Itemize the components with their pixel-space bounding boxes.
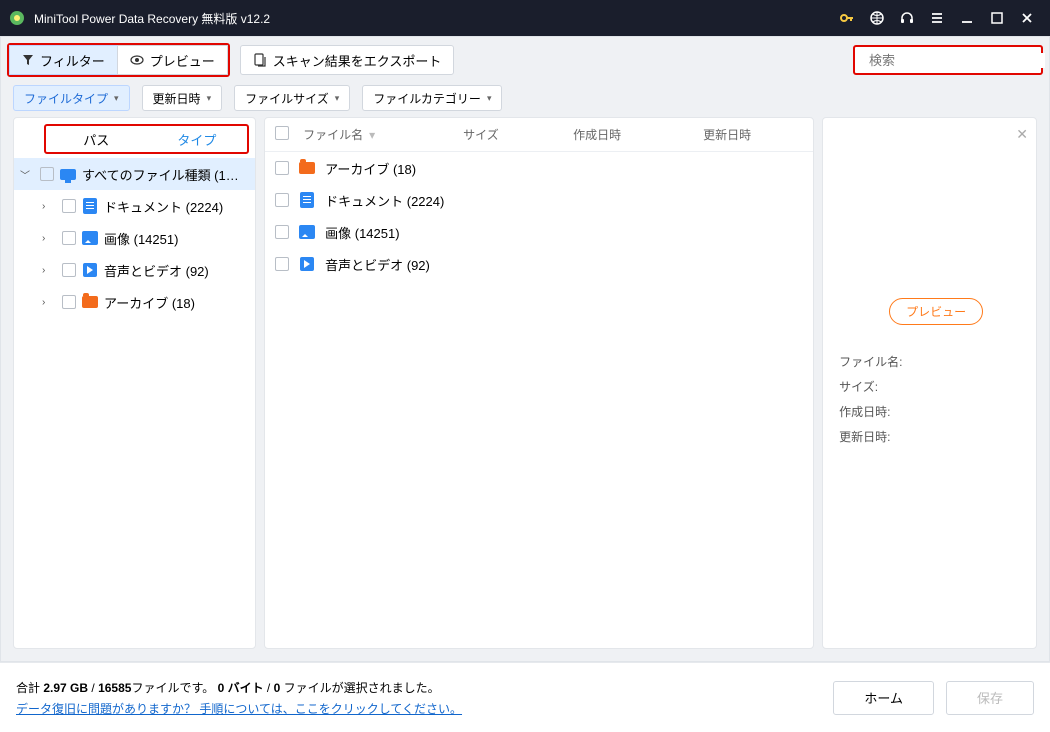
sort-icon: ▾ (369, 128, 375, 142)
chip-modified[interactable]: 更新日時▾ (142, 85, 223, 111)
toolbar: フィルター プレビュー スキャン結果をエクスポート (7, 43, 1043, 77)
select-all-checkbox[interactable] (275, 126, 289, 140)
detail-size-label: サイズ: (839, 378, 1020, 395)
arc-icon (82, 294, 98, 310)
status-text: 合計 2.97 GB / 16585ファイルです。 0 バイト / 0 ファイル… (16, 679, 462, 696)
chevron-right-icon: › (42, 265, 56, 276)
table-header: ファイル名 ▾ サイズ 作成日時 更新日時 (265, 118, 813, 152)
caret-down-icon: ▾ (114, 93, 119, 104)
export-label: スキャン結果をエクスポート (273, 51, 442, 70)
caret-down-icon: ▾ (335, 93, 340, 104)
sidebar: パス タイプ ﹀ すべてのファイル種類 (1… › ドキュメント (2224) › 画… (13, 117, 256, 649)
tab-type[interactable]: タイプ (147, 126, 248, 152)
tree-root-label: すべてのファイル種類 (1… (82, 165, 249, 184)
col-name[interactable]: ファイル名 (303, 126, 363, 143)
close-detail-button[interactable]: ✕ (1016, 126, 1028, 143)
home-button[interactable]: ホーム (833, 681, 934, 715)
img-icon (82, 230, 98, 246)
col-created[interactable]: 作成日時 (573, 126, 693, 143)
checkbox[interactable] (40, 167, 54, 181)
tree-item[interactable]: › ドキュメント (2224) (14, 190, 255, 222)
menu-icon[interactable] (922, 0, 952, 36)
detail-created-label: 作成日時: (839, 403, 1020, 420)
checkbox[interactable] (62, 263, 76, 277)
file-list-panel: ファイル名 ▾ サイズ 作成日時 更新日時 アーカイブ (18) ドキュメント (… (264, 117, 814, 649)
file-name: 音声とビデオ (92) (325, 255, 430, 274)
checkbox[interactable] (275, 225, 289, 239)
detail-name-label: ファイル名: (839, 353, 1020, 370)
tree-item-label: アーカイブ (18) (104, 293, 249, 312)
detail-modified-label: 更新日時: (839, 428, 1020, 445)
col-modified[interactable]: 更新日時 (703, 126, 803, 143)
checkbox[interactable] (62, 231, 76, 245)
titlebar: MiniTool Power Data Recovery 無料版 v12.2 (0, 0, 1050, 36)
checkbox[interactable] (275, 193, 289, 207)
file-row[interactable]: 画像 (14251) (265, 216, 813, 248)
search-input[interactable] (869, 53, 1045, 68)
preview-button[interactable]: プレビュー (117, 45, 228, 75)
save-button[interactable]: 保存 (946, 681, 1034, 715)
img-icon (299, 224, 315, 240)
doc-icon (299, 192, 315, 208)
maximize-button[interactable] (982, 0, 1012, 36)
file-row[interactable]: アーカイブ (18) (265, 152, 813, 184)
export-icon (253, 53, 267, 67)
tree-item[interactable]: › 画像 (14251) (14, 222, 255, 254)
av-icon (299, 256, 315, 272)
preview-label: プレビュー (150, 51, 215, 70)
file-row[interactable]: 音声とビデオ (92) (265, 248, 813, 280)
doc-icon (82, 198, 98, 214)
col-size[interactable]: サイズ (463, 126, 563, 143)
chevron-right-icon: › (42, 233, 56, 244)
checkbox[interactable] (275, 257, 289, 271)
detail-preview-button[interactable]: プレビュー (889, 298, 983, 325)
headphones-icon[interactable] (892, 0, 922, 36)
checkbox[interactable] (275, 161, 289, 175)
file-tree: ﹀ すべてのファイル種類 (1… › ドキュメント (2224) › 画像 (1425… (14, 154, 255, 322)
chip-file-size[interactable]: ファイルサイズ▾ (234, 85, 350, 111)
chip-category[interactable]: ファイルカテゴリー▾ (362, 85, 502, 111)
tree-item-label: ドキュメント (2224) (104, 197, 249, 216)
help-link[interactable]: データ復旧に問題がありますか？ 手順については、ここをクリックしてください。 (16, 700, 462, 717)
filter-bar: ファイルタイプ▾ 更新日時▾ ファイルサイズ▾ ファイルカテゴリー▾ (7, 77, 1043, 115)
export-button[interactable]: スキャン結果をエクスポート (240, 45, 455, 75)
tree-item[interactable]: › アーカイブ (18) (14, 286, 255, 318)
tree-item[interactable]: › 音声とビデオ (92) (14, 254, 255, 286)
arc-icon (299, 160, 315, 176)
av-icon (82, 262, 98, 278)
close-button[interactable] (1012, 0, 1042, 36)
chevron-right-icon: › (42, 297, 56, 308)
tree-item-label: 画像 (14251) (104, 229, 249, 248)
detail-panel: ✕ プレビュー ファイル名: サイズ: 作成日時: 更新日時: (822, 117, 1037, 649)
tab-path[interactable]: パス (46, 126, 147, 152)
tree-root[interactable]: ﹀ すべてのファイル種類 (1… (14, 158, 255, 190)
eye-icon (130, 53, 144, 67)
caret-down-icon: ▾ (207, 93, 212, 104)
file-row[interactable]: ドキュメント (2224) (265, 184, 813, 216)
checkbox[interactable] (62, 199, 76, 213)
chip-file-type[interactable]: ファイルタイプ▾ (13, 85, 130, 111)
monitor-icon (60, 166, 76, 182)
checkbox[interactable] (62, 295, 76, 309)
filter-button[interactable]: フィルター (9, 45, 117, 75)
chevron-down-icon: ﹀ (20, 167, 34, 182)
funnel-icon (22, 54, 34, 66)
caret-down-icon: ▾ (487, 93, 492, 104)
chevron-right-icon: › (42, 201, 56, 212)
file-name: ドキュメント (2224) (325, 191, 444, 210)
minimize-button[interactable] (952, 0, 982, 36)
file-name: アーカイブ (18) (325, 159, 416, 178)
search-box[interactable] (853, 45, 1043, 75)
filter-label: フィルター (40, 51, 105, 70)
globe-icon[interactable] (862, 0, 892, 36)
app-logo-icon (8, 9, 26, 27)
footer: 合計 2.97 GB / 16585ファイルです。 0 バイト / 0 ファイル… (0, 662, 1050, 732)
file-name: 画像 (14251) (325, 223, 399, 242)
tree-item-label: 音声とビデオ (92) (104, 261, 249, 280)
key-icon[interactable] (832, 0, 862, 36)
app-title: MiniTool Power Data Recovery 無料版 v12.2 (34, 10, 270, 27)
